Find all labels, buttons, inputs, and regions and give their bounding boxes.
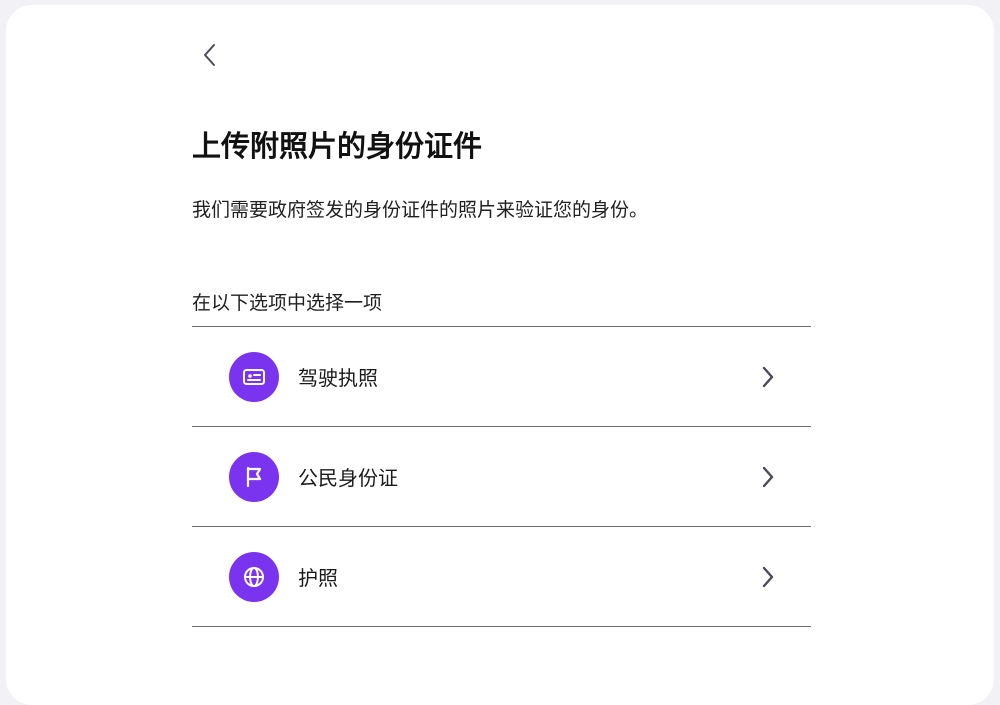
back-button[interactable] bbox=[192, 37, 228, 73]
option-label: 驾驶执照 bbox=[298, 366, 378, 390]
document-option-list: 驾驶执照 公民身份证 护照 bbox=[192, 326, 811, 627]
chevron-right-icon bbox=[757, 463, 779, 491]
globe-icon bbox=[229, 551, 279, 602]
chevron-right-icon bbox=[757, 363, 779, 391]
page-subtitle: 我们需要政府签发的身份证件的照片来验证您的身份。 bbox=[192, 199, 649, 221]
id-card-icon bbox=[229, 351, 279, 402]
flag-icon bbox=[229, 451, 279, 502]
page-title: 上传附照片的身份证件 bbox=[192, 129, 483, 163]
chevron-right-icon bbox=[757, 563, 779, 591]
option-label: 公民身份证 bbox=[298, 466, 398, 490]
section-label: 在以下选项中选择一项 bbox=[192, 292, 383, 314]
option-drivers-license[interactable]: 驾驶执照 bbox=[192, 327, 811, 427]
option-national-id[interactable]: 公民身份证 bbox=[192, 427, 811, 527]
option-label: 护照 bbox=[298, 566, 338, 590]
main-card: 上传附照片的身份证件 我们需要政府签发的身份证件的照片来验证您的身份。 在以下选… bbox=[6, 5, 994, 705]
chevron-left-icon bbox=[204, 44, 215, 66]
option-passport[interactable]: 护照 bbox=[192, 527, 811, 627]
